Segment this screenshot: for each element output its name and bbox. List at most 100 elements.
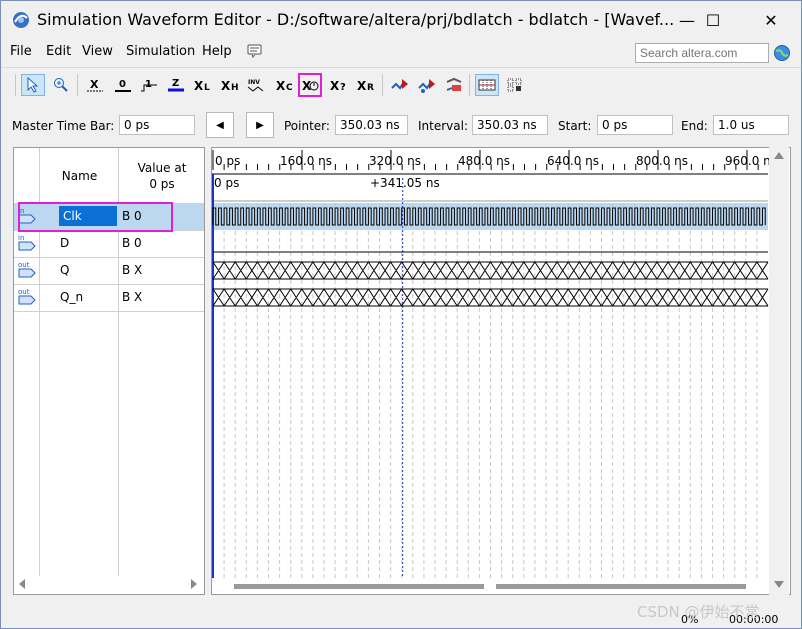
svg-text:X: X xyxy=(194,79,204,93)
svg-text:X: X xyxy=(221,79,231,93)
previous-transition-button[interactable]: ◀ xyxy=(206,112,234,138)
menu-view[interactable]: View xyxy=(82,44,113,59)
svg-text:?: ? xyxy=(340,82,346,93)
time-tick-label: 0 ps xyxy=(215,154,240,168)
input-pin-icon: in xyxy=(18,234,36,251)
output-pin-icon: out xyxy=(18,288,36,305)
arbitrary-value-icon[interactable]: XR xyxy=(354,74,378,96)
svg-text:H: H xyxy=(231,83,239,93)
svg-text:L: L xyxy=(204,83,210,93)
force-low-icon[interactable]: 0 xyxy=(111,74,135,96)
watermark-text: CSDN @伊始不常 xyxy=(637,603,760,621)
value-column-header-line1: Value at xyxy=(137,160,187,175)
scroll-left-arrow[interactable] xyxy=(18,578,26,590)
signal-row-q[interactable]: out Q B X xyxy=(14,257,204,284)
globe-icon[interactable] xyxy=(773,44,791,62)
generate-netlist-icon[interactable] xyxy=(442,74,466,96)
signal-value: B 0 xyxy=(122,236,142,250)
waveform-canvas[interactable]: 0 ps 160.0 ns 320.0 ns 480.0 ns 640.0 ns 800.… xyxy=(212,148,770,594)
signal-name[interactable]: Q_n xyxy=(60,290,83,304)
simulation-waveform-editor-window: Simulation Waveform Editor - D:/software… xyxy=(0,0,802,629)
next-transition-button[interactable]: ▶ xyxy=(246,112,274,138)
signal-value: B X xyxy=(122,263,143,277)
row-divider xyxy=(14,311,204,312)
weak-high-icon[interactable]: XH xyxy=(218,74,242,96)
signal-name[interactable]: Q xyxy=(60,263,69,277)
search-input[interactable] xyxy=(635,43,769,63)
name-column-header[interactable]: Name xyxy=(40,148,119,203)
pointer-field[interactable]: 350.03 ns xyxy=(335,115,408,135)
end-field[interactable]: 1.0 us xyxy=(713,115,789,135)
grid-icon[interactable] xyxy=(503,74,527,96)
menu-simulation[interactable]: Simulation xyxy=(126,44,195,59)
svg-text:out: out xyxy=(18,261,30,269)
previous-arrow-icon: ◀ xyxy=(216,119,224,131)
signal-row-d[interactable]: in D B 0 xyxy=(14,230,204,257)
time-tick-label: 640.0 ns xyxy=(547,154,599,168)
time-tick-label: 160.0 ns xyxy=(280,154,332,168)
svg-text:R: R xyxy=(367,83,374,93)
interval-field[interactable]: 350.03 ns xyxy=(472,115,548,135)
value-column-header-line2: 0 ps xyxy=(149,176,175,191)
close-button[interactable]: ✕ xyxy=(747,1,795,39)
value-column-header[interactable]: Value at 0 ps xyxy=(119,148,205,203)
start-label: Start: xyxy=(558,119,592,133)
snap-to-grid-icon[interactable] xyxy=(475,74,499,96)
maximize-button[interactable]: ☐ xyxy=(689,1,737,39)
time-tick-label: 800.0 ns xyxy=(636,154,688,168)
force-high-impedance-icon[interactable]: Z xyxy=(164,74,188,96)
toolbar-separator xyxy=(469,74,470,96)
time-tick-label: 960.0 ns xyxy=(725,154,770,168)
menu-file[interactable]: File xyxy=(10,44,32,59)
svg-text:Z: Z xyxy=(172,78,179,89)
svg-text:X: X xyxy=(330,79,340,93)
weak-low-icon[interactable]: XL xyxy=(191,74,215,96)
end-label: End: xyxy=(681,119,708,133)
master-time-bar-field[interactable]: 0 ps xyxy=(119,115,195,135)
h-scroll-thumb-left xyxy=(234,584,484,589)
svg-text:X: X xyxy=(276,79,286,93)
selection-tool-icon[interactable] xyxy=(21,74,45,96)
selection-highlight-box xyxy=(18,202,173,232)
vertical-scrollbar[interactable] xyxy=(769,147,789,595)
waveform-panel[interactable]: 0 ps 160.0 ns 320.0 ns 480.0 ns 640.0 ns 800.… xyxy=(211,147,791,595)
time-tick-label: 480.0 ns xyxy=(458,154,510,168)
interval-label: Interval: xyxy=(418,119,468,133)
svg-text:out: out xyxy=(18,288,30,296)
signal-name[interactable]: D xyxy=(60,236,69,250)
svg-text:C: C xyxy=(286,83,293,93)
force-high-icon[interactable]: 1 xyxy=(137,74,161,96)
time-bar-row: Master Time Bar: 0 ps ◀ ▶ Pointer: 350.0… xyxy=(1,109,801,141)
force-unknown-icon[interactable]: X xyxy=(83,74,107,96)
title-bar[interactable]: Simulation Waveform Editor - D:/software… xyxy=(1,1,801,39)
svg-text:INV: INV xyxy=(248,79,260,86)
toolbar: X 0 1 Z XL XH INV XC X X? XR xyxy=(1,67,801,102)
run-timing-simulation-icon[interactable] xyxy=(415,74,439,96)
window-title: Simulation Waveform Editor - D:/software… xyxy=(37,10,675,29)
start-field[interactable]: 0 ps xyxy=(597,115,673,135)
svg-text:0: 0 xyxy=(119,79,126,90)
h-scroll-thumb-right xyxy=(496,584,746,589)
count-value-icon[interactable]: XC xyxy=(273,74,297,96)
toolbar-separator xyxy=(77,74,78,96)
toolbar-separator xyxy=(382,74,383,96)
output-pin-icon: out xyxy=(18,261,36,278)
time-tick-label: 320.0 ns xyxy=(369,154,421,168)
menu-help[interactable]: Help xyxy=(202,44,232,59)
master-time-bar-label: Master Time Bar: xyxy=(12,119,115,133)
help-chat-icon[interactable] xyxy=(247,43,263,59)
random-values-icon[interactable]: X? xyxy=(327,74,351,96)
pointer-label: Pointer: xyxy=(284,119,330,133)
menu-edit[interactable]: Edit xyxy=(46,44,71,59)
svg-text:X: X xyxy=(357,79,367,93)
svg-text:in: in xyxy=(18,234,24,242)
cursor-offset-label: +341.05 ns xyxy=(370,176,440,190)
invert-icon[interactable]: INV xyxy=(245,74,269,96)
toolbar-separator xyxy=(15,74,16,96)
signal-row-q-n[interactable]: out Q_n B X xyxy=(14,284,204,311)
overwrite-clock-icon[interactable]: X xyxy=(298,73,322,97)
run-functional-simulation-icon[interactable] xyxy=(388,74,412,96)
quartus-app-icon xyxy=(13,12,29,28)
scroll-right-arrow[interactable] xyxy=(190,578,198,590)
zoom-tool-icon[interactable] xyxy=(49,74,73,96)
